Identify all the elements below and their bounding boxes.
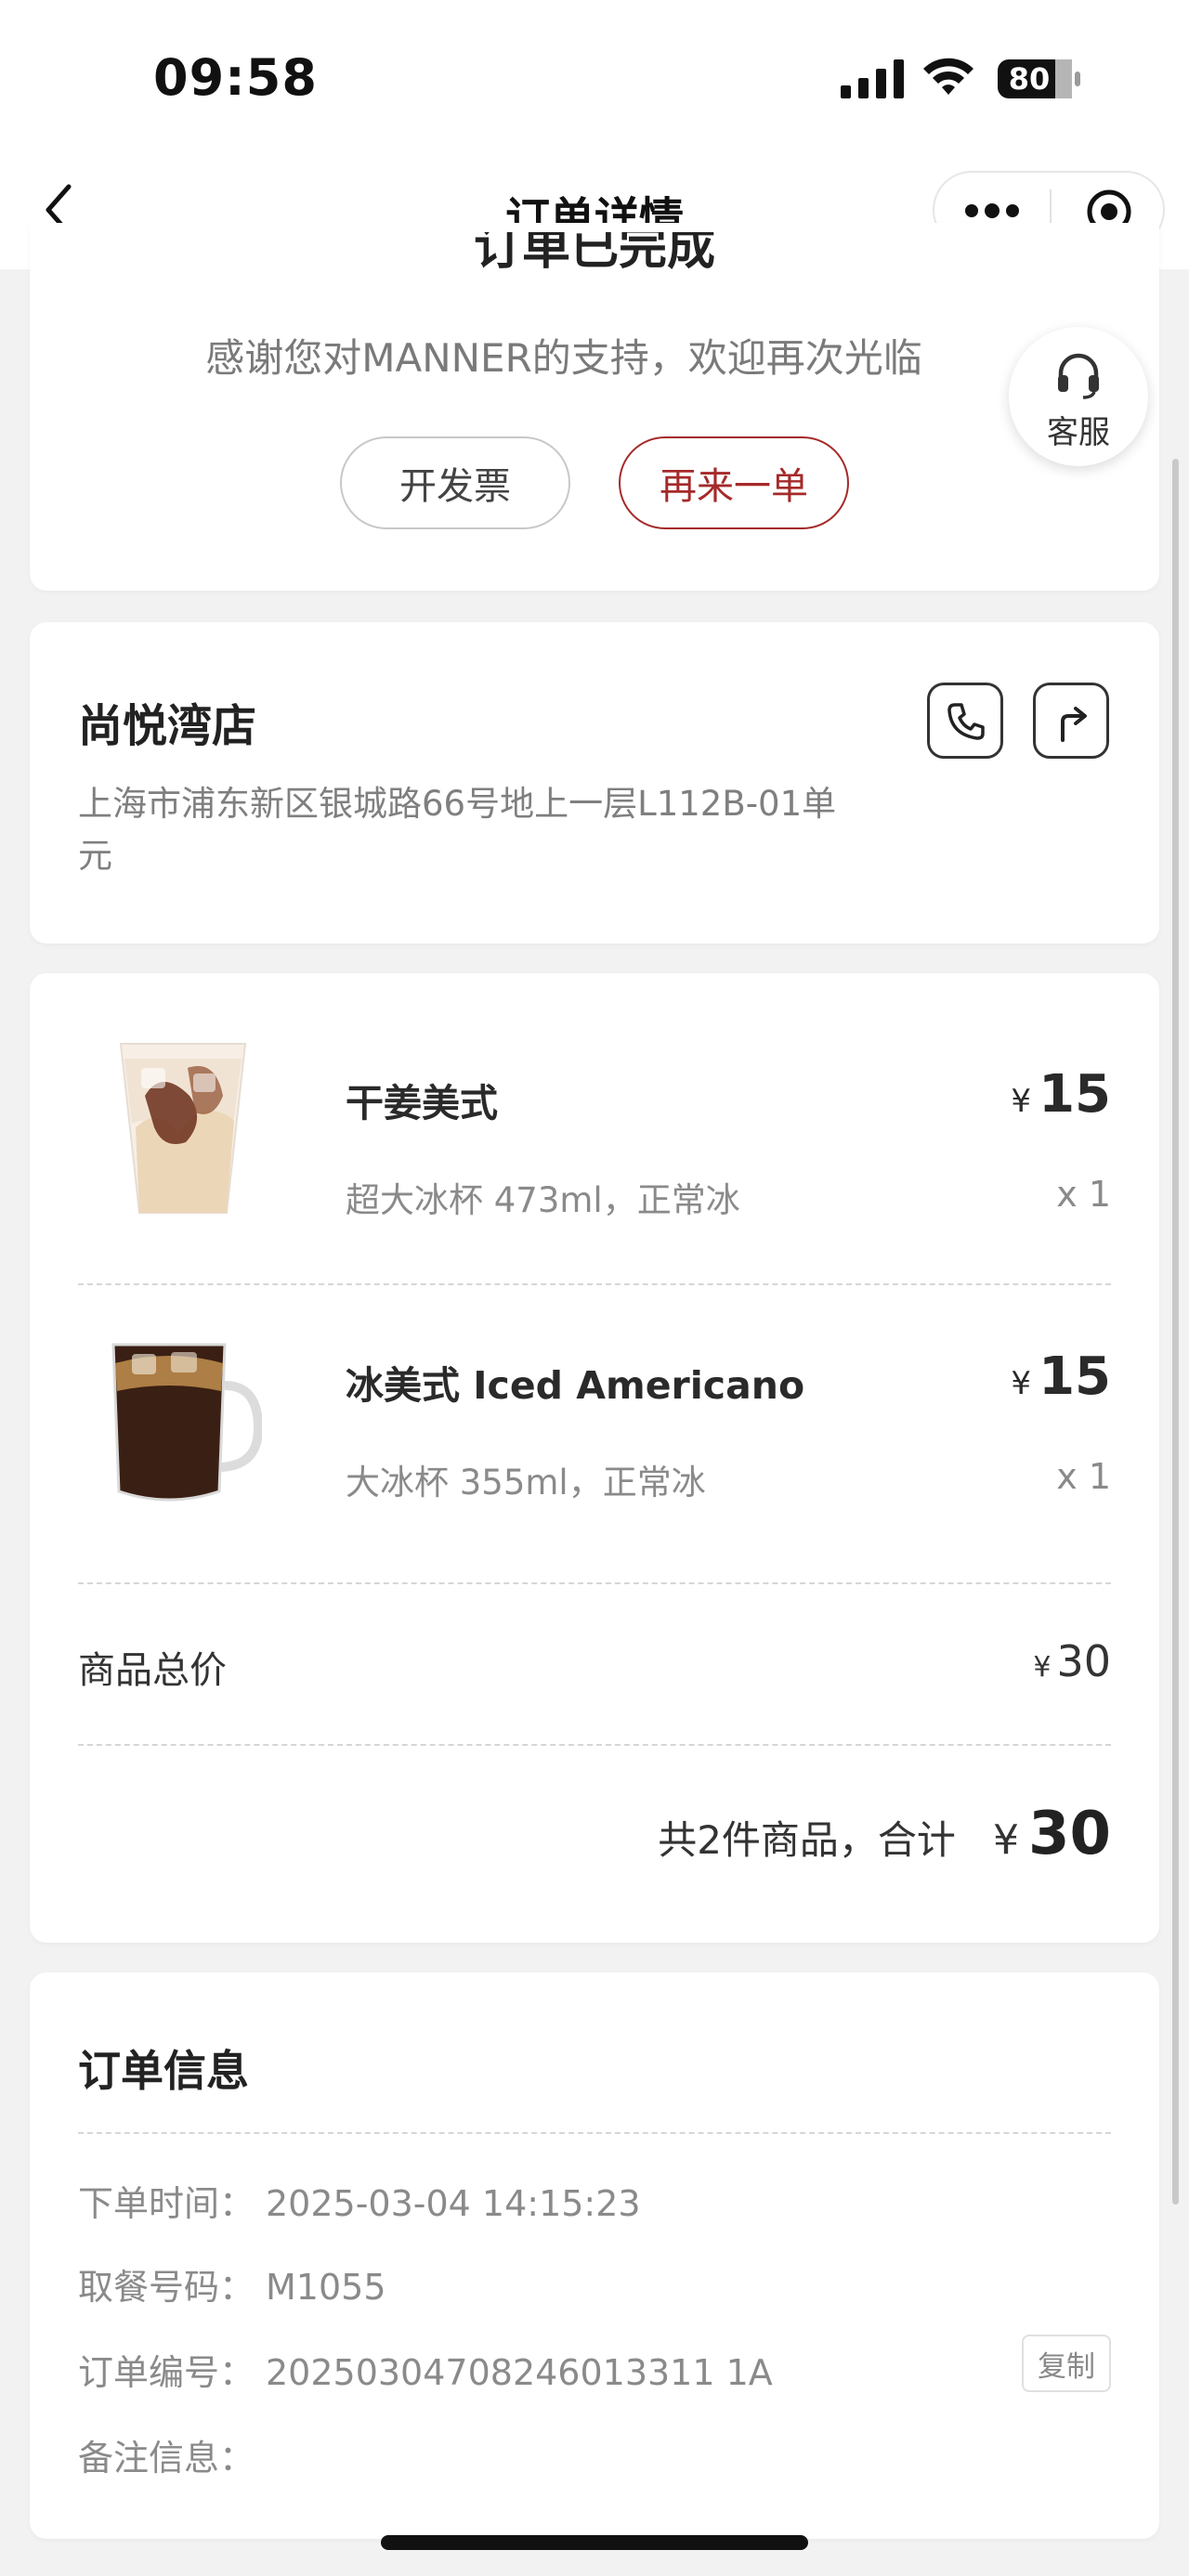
reorder-button[interactable]: 再来一单 (619, 436, 849, 529)
customer-service-button[interactable]: 客服 (1009, 327, 1148, 466)
battery-level: 80 (1008, 61, 1051, 97)
item-name: 冰美式 Iced Americano (346, 1363, 805, 1408)
total-currency: ¥ (992, 1816, 1019, 1864)
order-status-card (30, 223, 1159, 591)
store-address: 上海市浦东新区银城路66号地上一层L112B-01单元 (78, 784, 837, 876)
divider (78, 1582, 1111, 1584)
item-quantity: x 1 (1056, 1456, 1111, 1497)
total-amount: 30 (1027, 1800, 1111, 1868)
item-price: ¥15 (1011, 1064, 1111, 1125)
item-price: ¥15 (1011, 1347, 1111, 1407)
thanks-message: 感谢您对MANNER的支持，欢迎再次光临 (205, 335, 922, 381)
battery-icon: 80 (997, 58, 1082, 100)
divider (78, 1744, 1111, 1746)
order-info-title: 订单信息 (78, 2046, 249, 2096)
store-name: 尚悦湾店 (78, 700, 257, 752)
scrollbar[interactable] (1172, 459, 1179, 2205)
wifi-icon (923, 58, 973, 95)
invoice-button[interactable]: 开发票 (340, 436, 570, 529)
directions-icon (1061, 707, 1087, 742)
subtotal-label: 商品总价 (78, 1649, 227, 1692)
status-time: 09:58 (153, 48, 318, 107)
divider (78, 1283, 1111, 1285)
order-total: 共2件商品，合计 ¥ 30 (658, 1800, 1111, 1868)
headset-icon (1058, 353, 1099, 399)
item-spec: 大冰杯 355ml，正常冰 (346, 1463, 706, 1503)
home-indicator[interactable] (381, 2535, 808, 2550)
customer-service-label: 客服 (1047, 414, 1110, 451)
total-text: 共2件商品，合计 (658, 1817, 956, 1863)
phone-icon (947, 703, 985, 740)
navigate-store-button[interactable] (1033, 683, 1109, 759)
product-image-ginger-americano (119, 1043, 247, 1214)
item-spec: 超大冰杯 473ml，正常冰 (346, 1180, 740, 1220)
more-options-icon[interactable] (964, 201, 1020, 221)
product-image-iced-americano (111, 1343, 262, 1502)
divider (78, 2132, 1111, 2134)
call-store-button[interactable] (927, 683, 1003, 759)
subtotal-value: ¥30 (1033, 1636, 1111, 1686)
order-number-row: 订单编号： 20250304708246013311 1A (78, 2352, 773, 2393)
order-status-heading: 订单已完成 (473, 232, 715, 269)
item-quantity: x 1 (1056, 1174, 1111, 1215)
cellular-signal-icon (841, 59, 904, 98)
copy-order-number-button[interactable]: 复制 (1022, 2335, 1111, 2392)
item-name: 干姜美式 (346, 1081, 498, 1125)
order-time-row: 下单时间： 2025-03-04 14:15:23 (78, 2183, 641, 2224)
remarks-row: 备注信息： (78, 2438, 255, 2478)
pickup-code-row: 取餐号码： M1055 (78, 2267, 386, 2308)
